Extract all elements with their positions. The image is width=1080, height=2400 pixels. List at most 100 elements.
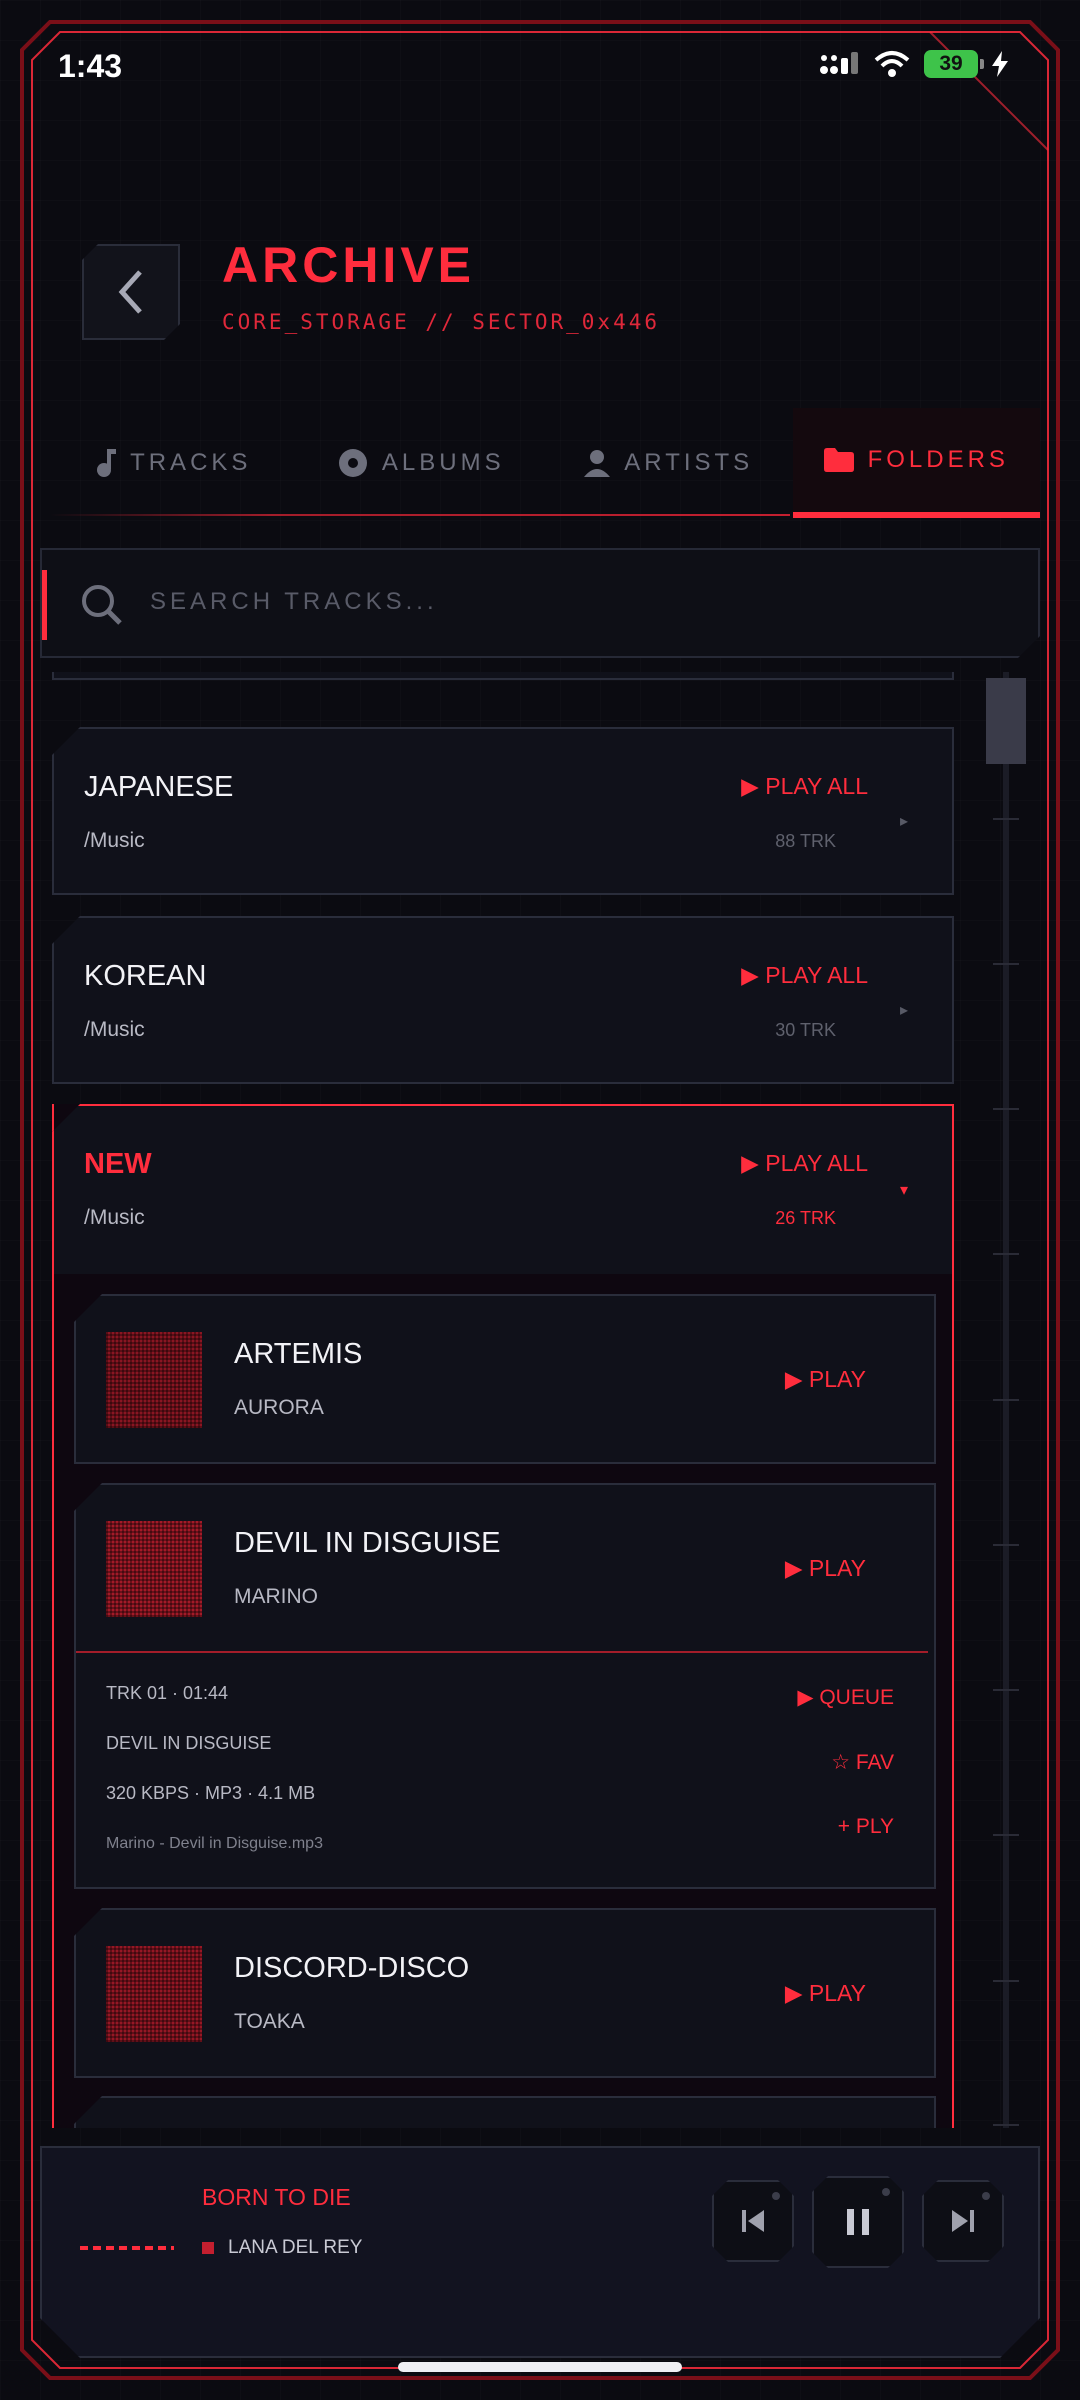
next-button[interactable]	[922, 2180, 1004, 2262]
battery-level: 39	[939, 52, 963, 75]
tab-label: ALBUMS	[381, 449, 505, 476]
scrollbar-thumb[interactable]	[986, 678, 1026, 764]
track-row-expanded[interactable]: DEVIL IN DISGUISE MARINO ▶ PLAY TRK 01 ·…	[74, 1483, 936, 1889]
waveform-indicator	[80, 2246, 174, 2250]
chevron-left-icon	[114, 268, 148, 316]
scroll-tick	[993, 963, 1019, 965]
folder-card[interactable]: KOREAN /Music ▶ PLAY ALL 30 TRK ▸	[52, 916, 954, 1084]
pause-button[interactable]	[812, 2176, 904, 2268]
scroll-tick	[993, 1399, 1019, 1401]
track-detail-title: DEVIL IN DISGUISE	[106, 1733, 272, 1753]
status-bar: 1:43 39	[58, 42, 1022, 88]
folder-path: /Music	[84, 829, 145, 852]
track-format: 320 KBPS · MP3 · 4.1 MB	[106, 1783, 316, 1803]
search-icon	[80, 583, 124, 627]
page-subtitle: CORE_STORAGE // SECTOR_0x446	[222, 310, 661, 334]
scroll-tick	[993, 1544, 1019, 1546]
scroll-tick	[993, 1689, 1019, 1691]
indicator-dot	[772, 2192, 780, 2200]
scroll-tick	[993, 818, 1019, 820]
tab-folders[interactable]: FOLDERS	[792, 408, 1040, 518]
battery-indicator: 39	[924, 50, 984, 78]
home-indicator[interactable]	[398, 2362, 682, 2372]
tab-label: FOLDERS	[867, 446, 1009, 473]
indicator-dot	[882, 2188, 890, 2196]
track-meta: TRK 01 · 01:44	[106, 1683, 229, 1703]
folder-path: /Music	[84, 1206, 145, 1229]
chevron-right-icon[interactable]: ▸	[900, 811, 908, 831]
page-title: ARCHIVE	[222, 237, 476, 293]
tab-artists[interactable]: ARTISTS	[545, 408, 793, 518]
chevron-down-icon[interactable]: ▾	[900, 1180, 908, 1200]
status-time: 1:43	[58, 48, 123, 84]
person-icon	[584, 450, 611, 477]
wifi-icon	[874, 51, 910, 77]
folder-list: JAPANESE /Music ▶ PLAY ALL 88 TRK ▸ KORE…	[40, 672, 970, 2128]
queue-button[interactable]: ▶ QUEUE	[797, 1685, 894, 1710]
status-icons: 39	[820, 50, 1008, 78]
track-row[interactable]: ARTEMIS AURORA ▶ PLAY	[74, 1294, 936, 1464]
scroll-tick	[993, 1834, 1019, 1836]
scrollbar[interactable]	[984, 672, 1028, 2128]
track-title: ARTEMIS	[234, 1338, 363, 1370]
now-playing-title: BORN TO DIE	[202, 2184, 351, 2210]
track-artist: TOAKA	[234, 2010, 305, 2033]
fav-button[interactable]: ☆ FAV	[831, 1750, 894, 1775]
tab-label: ARTISTS	[624, 449, 754, 476]
scroll-tick	[993, 1980, 1019, 1982]
track-row-partial	[74, 2096, 936, 2128]
play-all-button[interactable]: ▶ PLAY ALL	[741, 1150, 868, 1177]
play-all-button[interactable]: ▶ PLAY ALL	[741, 773, 868, 800]
folder-card-partial	[52, 672, 954, 680]
now-playing-artist: LANA DEL REY	[228, 2237, 363, 2258]
pause-icon	[844, 2207, 872, 2237]
scroll-tick	[993, 2124, 1019, 2126]
tab-tracks[interactable]: TRACKS	[50, 408, 298, 518]
album-cover	[106, 1521, 202, 1617]
charging-bolt-icon	[992, 51, 1008, 77]
track-title: DISCORD-DISCO	[234, 1952, 470, 1984]
play-button[interactable]: ▶ PLAY	[785, 1555, 866, 1582]
tab-bar: TRACKS ALBUMS ARTISTS FOLDERS	[50, 408, 1040, 518]
track-count: 30 TRK	[775, 1020, 836, 1040]
folder-name: KOREAN	[84, 960, 207, 992]
track-row[interactable]: DISCORD-DISCO TOAKA ▶ PLAY	[74, 1908, 936, 2078]
play-button[interactable]: ▶ PLAY	[785, 1366, 866, 1393]
play-all-button[interactable]: ▶ PLAY ALL	[741, 962, 868, 989]
scroll-tick	[993, 1108, 1019, 1110]
skip-next-icon	[950, 2208, 976, 2234]
skip-previous-icon	[740, 2208, 766, 2234]
now-playing-bar[interactable]: BORN TO DIE LANA DEL REY	[40, 2146, 1040, 2358]
folder-name: JAPANESE	[84, 771, 234, 803]
search-bar[interactable]: SEARCH TRACKS...	[40, 548, 1040, 658]
previous-button[interactable]	[712, 2180, 794, 2262]
back-button[interactable]	[82, 244, 180, 340]
tab-divider	[50, 514, 790, 516]
tab-label: TRACKS	[130, 449, 252, 476]
tab-albums[interactable]: ALBUMS	[298, 408, 546, 518]
track-title: DEVIL IN DISGUISE	[234, 1527, 501, 1559]
folder-name: NEW	[84, 1148, 152, 1180]
album-cover	[106, 1946, 202, 2042]
track-artist: MARINO	[234, 1585, 318, 1608]
track-count: 88 TRK	[775, 831, 836, 851]
signal-icon	[820, 52, 858, 74]
track-artist: AURORA	[234, 1396, 324, 1419]
indicator-dot	[982, 2192, 990, 2200]
disc-icon	[338, 449, 367, 477]
track-filename: Marino - Devil in Disguise.mp3	[106, 1835, 323, 1852]
folder-icon	[823, 448, 854, 472]
scroll-tick	[993, 1253, 1019, 1255]
add-playlist-button[interactable]: + PLY	[838, 1815, 894, 1839]
artist-marker	[202, 2242, 214, 2254]
folder-card[interactable]: JAPANESE /Music ▶ PLAY ALL 88 TRK ▸	[52, 727, 954, 895]
search-input[interactable]: SEARCH TRACKS...	[150, 588, 438, 616]
play-button[interactable]: ▶ PLAY	[785, 1980, 866, 2007]
chevron-right-icon[interactable]: ▸	[900, 1000, 908, 1020]
folder-path: /Music	[84, 1018, 145, 1041]
music-note-icon	[97, 449, 117, 477]
track-count: 26 TRK	[775, 1208, 836, 1228]
search-accent	[42, 570, 47, 640]
album-cover	[106, 1332, 202, 1428]
folder-card-active[interactable]: NEW /Music ▶ PLAY ALL 26 TRK ▾	[52, 1104, 954, 1274]
